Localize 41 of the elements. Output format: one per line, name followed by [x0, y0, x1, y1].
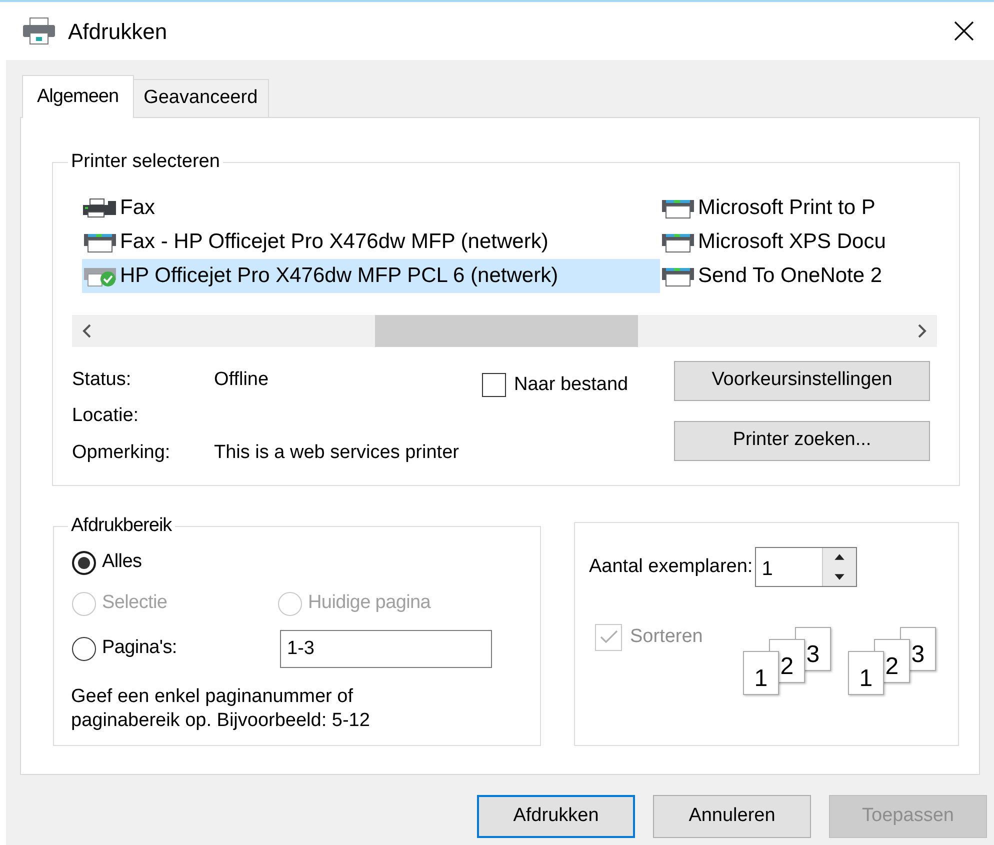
close-icon — [953, 20, 975, 42]
copies-spinner[interactable]: 1 — [754, 547, 857, 587]
scroll-left-icon[interactable] — [82, 324, 92, 338]
detail-label: Opmerking: — [72, 440, 172, 464]
printer-item[interactable]: Microsoft Print to P — [660, 190, 937, 224]
printer-item[interactable]: Fax — [82, 190, 660, 224]
scrollbar-thumb[interactable] — [375, 314, 638, 346]
copies-value: 1 — [760, 557, 774, 582]
scroll-right-icon[interactable] — [917, 324, 927, 338]
horizontal-scrollbar[interactable] — [72, 314, 937, 346]
printer-item[interactable]: Fax - HP Officejet Pro X476dw MFP (netwerk) — [82, 224, 660, 258]
printer-icon — [22, 17, 56, 45]
tab[interactable]: Geavanceerd — [132, 79, 269, 117]
detail-value: This is a web services printer — [214, 440, 460, 464]
checkbox-label: Sorteren — [630, 625, 703, 649]
hint-text: Geef een enkel paginanummer of paginabereik op. Bijvoorbeeld: 5-12 — [71, 684, 371, 732]
radio-label: Alles — [102, 550, 142, 574]
dialog-button[interactable]: Printer zoeken... — [674, 420, 930, 460]
radio-label: Selectie — [102, 591, 168, 616]
printer-item[interactable]: Send To OneNote 2 — [660, 258, 937, 292]
dialog-button[interactable]: Voorkeursinstellingen — [674, 360, 930, 400]
radio-label: Pagina's: — [102, 636, 177, 660]
pages-field[interactable]: 1-3 — [280, 630, 492, 668]
radio-button[interactable] — [72, 636, 96, 660]
radio-button[interactable] — [72, 550, 96, 574]
printer-item[interactable]: HP Officejet Pro X476dw MFP PCL 6 (netwerk) — [82, 258, 660, 292]
fax-icon — [82, 196, 118, 218]
dialog-button[interactable]: Annuleren — [653, 795, 811, 838]
window-title: Afdrukken — [68, 18, 168, 46]
detail-label: Status: — [72, 368, 132, 392]
tab[interactable]: Algemeen — [22, 75, 134, 118]
checkbox[interactable] — [482, 372, 506, 397]
copies-label: Aantal exemplaren: — [589, 554, 753, 579]
radio-label: Huidige pagina — [308, 591, 431, 616]
dialog-button[interactable]: Afdrukken — [477, 795, 635, 838]
checkbox-label: Naar bestand — [514, 372, 628, 396]
detail-value: Offline — [214, 368, 270, 392]
group-legend: Printer selecteren — [68, 148, 223, 176]
detail-label: Locatie: — [72, 404, 140, 428]
printer-item[interactable]: Microsoft XPS Docu — [660, 224, 937, 258]
group-legend: Afdrukbereik — [68, 512, 175, 540]
